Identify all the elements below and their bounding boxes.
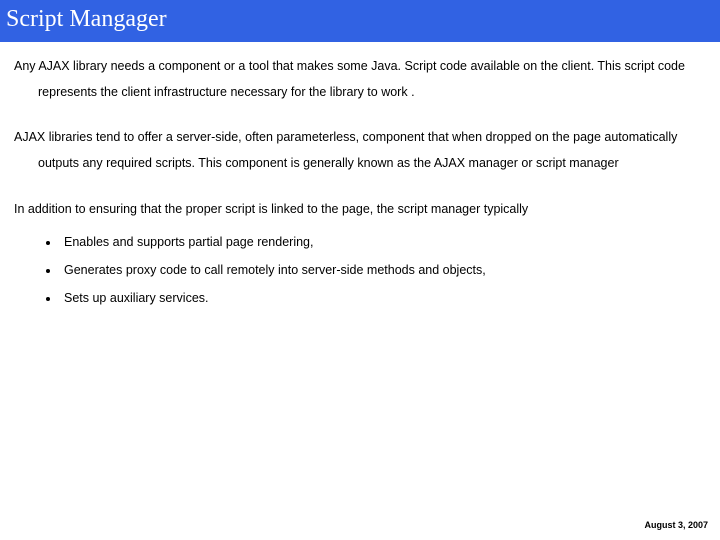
list-item: Sets up auxiliary services. bbox=[60, 284, 702, 312]
paragraph-2-text: AJAX libraries tend to offer a server-si… bbox=[14, 130, 677, 170]
paragraph-3-lead-text: In addition to ensuring that the proper … bbox=[14, 202, 528, 216]
slide-body: Any AJAX library needs a component or a … bbox=[0, 42, 720, 312]
list-item-text: Generates proxy code to call remotely in… bbox=[64, 263, 486, 277]
paragraph-3-lead: In addition to ensuring that the proper … bbox=[14, 197, 702, 223]
slide-title: Script Mangager bbox=[6, 6, 167, 32]
paragraph-2: AJAX libraries tend to offer a server-si… bbox=[14, 125, 702, 176]
slide-title-bar: Script Mangager bbox=[0, 0, 720, 42]
footer-date: August 3, 2007 bbox=[644, 520, 708, 530]
footer-date-text: August 3, 2007 bbox=[644, 520, 708, 530]
list-item: Generates proxy code to call remotely in… bbox=[60, 256, 702, 284]
list-item-text: Sets up auxiliary services. bbox=[64, 291, 209, 305]
paragraph-1-text: Any AJAX library needs a component or a … bbox=[14, 59, 685, 99]
list-item-text: Enables and supports partial page render… bbox=[64, 235, 313, 249]
bullet-list: Enables and supports partial page render… bbox=[60, 228, 702, 312]
paragraph-1: Any AJAX library needs a component or a … bbox=[14, 54, 702, 105]
list-item: Enables and supports partial page render… bbox=[60, 228, 702, 256]
